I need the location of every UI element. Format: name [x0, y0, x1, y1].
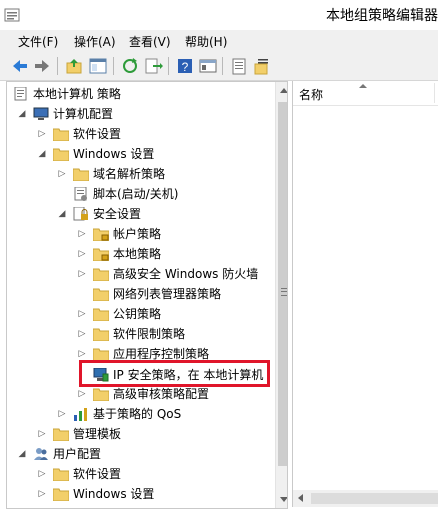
user-icon — [33, 447, 49, 461]
menu-action[interactable]: 操作(A) — [74, 33, 116, 50]
help-icon[interactable]: ? — [175, 56, 195, 76]
column-name-label[interactable]: 名称 — [299, 86, 323, 103]
folder-icon — [52, 147, 70, 162]
refresh-icon[interactable] — [120, 56, 140, 76]
new-item-icon[interactable] — [252, 56, 272, 76]
tree-item-label: 本地策略 — [113, 247, 162, 261]
collapsed-icon[interactable]: ▷ — [57, 164, 67, 184]
toolbar-separator — [57, 57, 58, 75]
show-hide-tree-icon[interactable] — [88, 56, 108, 76]
svg-text:?: ? — [182, 60, 189, 74]
script-icon — [73, 186, 89, 201]
back-icon[interactable] — [10, 56, 30, 76]
tree-item-label: 用户配置 — [53, 447, 102, 461]
tree-item-label: 脚本(启动/关机) — [93, 187, 179, 201]
list-pane[interactable]: 名称 — [292, 81, 438, 507]
folder-icon — [52, 427, 70, 442]
collapsed-icon[interactable]: ▷ — [77, 324, 87, 344]
collapsed-icon[interactable]: ▷ — [57, 404, 67, 424]
export-list-icon[interactable] — [143, 56, 163, 76]
tree-item-label: 安全设置 — [93, 207, 142, 221]
folder-icon — [92, 347, 110, 362]
toolbar-separator — [113, 57, 114, 75]
folder-icon — [92, 327, 110, 342]
filter-icon[interactable] — [229, 56, 249, 76]
tree-item-label: 高级审核策略配置 — [113, 387, 210, 401]
qos-chart-icon — [73, 407, 89, 421]
tree-item-label: 软件限制策略 — [113, 327, 186, 341]
grip-icon — [281, 288, 287, 296]
forward-icon[interactable] — [32, 56, 52, 76]
tree-item-label: 软件设置 — [73, 467, 122, 481]
folder-icon — [52, 487, 70, 502]
collapsed-icon[interactable]: ▷ — [77, 244, 87, 264]
tree-item-label: 本地计算机 策略 — [33, 87, 121, 101]
collapsed-icon[interactable]: ▷ — [37, 124, 47, 144]
up-folder-icon[interactable] — [64, 56, 84, 76]
tree-item-label: 管理模板 — [73, 427, 122, 441]
hscroll-thumb[interactable] — [311, 493, 438, 504]
collapsed-icon[interactable]: ▷ — [77, 304, 87, 324]
toolbar-separator — [168, 57, 169, 75]
tree-pane[interactable]: 本地计算机 策略 ◢ 计算机配置 ▷ 软件设置 ◢ Windows 设置 ▷ 域… — [6, 81, 288, 509]
menu-help[interactable]: 帮助(H) — [185, 33, 227, 50]
properties-icon[interactable] — [198, 56, 218, 76]
menu-view[interactable]: 查看(V) — [129, 33, 171, 50]
security-icon — [73, 206, 89, 221]
title-bar: 本地组策略编辑器 — [0, 0, 438, 30]
tree-item-label: 基于策略的 QoS — [93, 407, 182, 421]
tree-item-label: 域名解析策略 — [93, 167, 166, 181]
scroll-down-icon[interactable] — [280, 497, 287, 502]
tree-item-label: 网络列表管理器策略 — [113, 287, 222, 301]
tree-scrollbar[interactable] — [275, 82, 287, 508]
column-header[interactable]: 名称 — [293, 81, 438, 106]
folder-lock-icon — [92, 247, 110, 262]
toolbar: ? — [0, 52, 438, 81]
folder-icon — [52, 127, 70, 142]
tree-item-label: 公钥策略 — [113, 307, 162, 321]
menu-bar: 文件(F) 操作(A) 查看(V) 帮助(H) — [0, 30, 438, 52]
tree-item-label: 计算机配置 — [53, 107, 114, 121]
folder-icon — [72, 167, 90, 182]
collapsed-icon[interactable]: ▷ — [77, 264, 87, 284]
folder-icon — [92, 387, 110, 402]
scroll-left-icon[interactable] — [298, 494, 303, 502]
tree-item-label: Windows 设置 — [73, 147, 155, 161]
expanded-icon[interactable]: ◢ — [17, 104, 27, 124]
computer-icon — [33, 107, 49, 121]
highlight-box — [79, 360, 270, 387]
collapsed-icon[interactable]: ▷ — [37, 424, 47, 444]
collapsed-icon[interactable]: ▷ — [77, 224, 87, 244]
tree-item-label: 帐户策略 — [113, 227, 162, 241]
folder-icon — [92, 307, 110, 322]
folder-lock-icon — [92, 227, 110, 242]
folder-icon — [92, 267, 110, 282]
tree-item-label: Windows 设置 — [73, 487, 155, 501]
expanded-icon[interactable]: ◢ — [57, 204, 67, 224]
folder-icon — [92, 287, 110, 302]
scroll-thumb[interactable] — [278, 102, 287, 466]
sort-arrow-icon — [359, 84, 367, 88]
collapsed-icon[interactable]: ▷ — [37, 464, 47, 484]
tree-item-label: 软件设置 — [73, 127, 122, 141]
toolbar-separator — [222, 57, 223, 75]
column-divider[interactable] — [434, 83, 435, 103]
tree-item-label: 高级安全 Windows 防火墙 — [113, 267, 259, 281]
group-policy-app-icon — [4, 7, 20, 23]
expanded-icon[interactable]: ◢ — [37, 144, 47, 164]
list-hscrollbar[interactable] — [293, 490, 438, 507]
window-title: 本地组策略编辑器 — [326, 8, 438, 24]
computer-policy-icon — [13, 86, 29, 101]
collapsed-icon[interactable]: ▷ — [37, 484, 47, 504]
folder-icon — [52, 467, 70, 482]
expanded-icon[interactable]: ◢ — [17, 444, 27, 464]
menu-file[interactable]: 文件(F) — [18, 33, 58, 50]
collapsed-icon[interactable]: ▷ — [77, 384, 87, 404]
scroll-up-icon[interactable] — [280, 88, 287, 93]
